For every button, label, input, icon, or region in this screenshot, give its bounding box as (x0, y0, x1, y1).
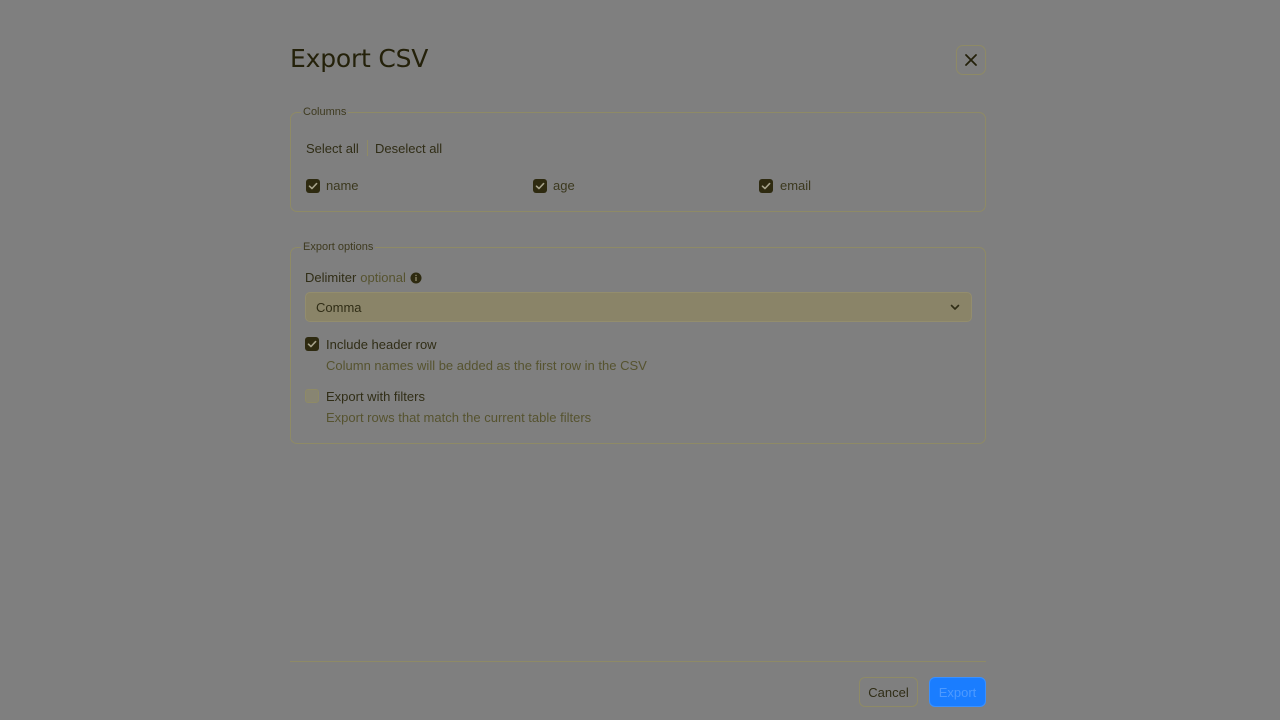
check-icon (761, 182, 771, 190)
column-checkbox-email[interactable] (759, 179, 773, 193)
export-filters-checkbox[interactable] (305, 389, 319, 403)
check-icon (308, 182, 318, 190)
delimiter-select[interactable]: Comma (305, 292, 972, 322)
include-header-description: Column names will be added as the first … (326, 358, 647, 373)
export-button[interactable]: Export (929, 677, 986, 707)
export-options-group: Export options Delimiter optional Comma … (290, 241, 986, 444)
delimiter-selected-value: Comma (316, 299, 362, 315)
include-header-checkbox[interactable] (305, 337, 319, 351)
include-header-label: Include header row (326, 337, 437, 352)
delimiter-label: Delimiter optional (305, 270, 422, 285)
export-filters-label: Export with filters (326, 389, 425, 404)
column-checkbox-age[interactable] (533, 179, 547, 193)
export-options-legend: Export options (301, 241, 376, 254)
export-filters-description: Export rows that match the current table… (326, 410, 592, 425)
columns-group: Columns Select all Deselect all name age… (290, 106, 986, 212)
check-icon (535, 182, 545, 190)
check-icon (307, 340, 317, 348)
close-icon (965, 54, 977, 66)
column-checkbox-name[interactable] (306, 179, 320, 193)
cancel-button[interactable]: Cancel (859, 677, 918, 707)
columns-legend: Columns (301, 106, 349, 119)
dialog-title: Export CSV (290, 44, 429, 73)
info-icon[interactable] (410, 272, 422, 284)
deselect-all-button[interactable]: Deselect all (375, 141, 442, 156)
chevron-down-icon (950, 304, 960, 310)
optional-tag: optional (360, 270, 406, 285)
divider (367, 140, 368, 156)
delimiter-label-text: Delimiter (305, 270, 357, 285)
column-label-name: name (326, 178, 359, 193)
column-label-email: email (780, 178, 812, 193)
column-label-age: age (553, 178, 575, 193)
footer-divider (290, 661, 986, 662)
close-button[interactable] (956, 45, 986, 75)
select-all-button[interactable]: Select all (306, 141, 359, 156)
export-csv-dialog: Export CSV Columns Select all Deselect a… (290, 0, 986, 720)
